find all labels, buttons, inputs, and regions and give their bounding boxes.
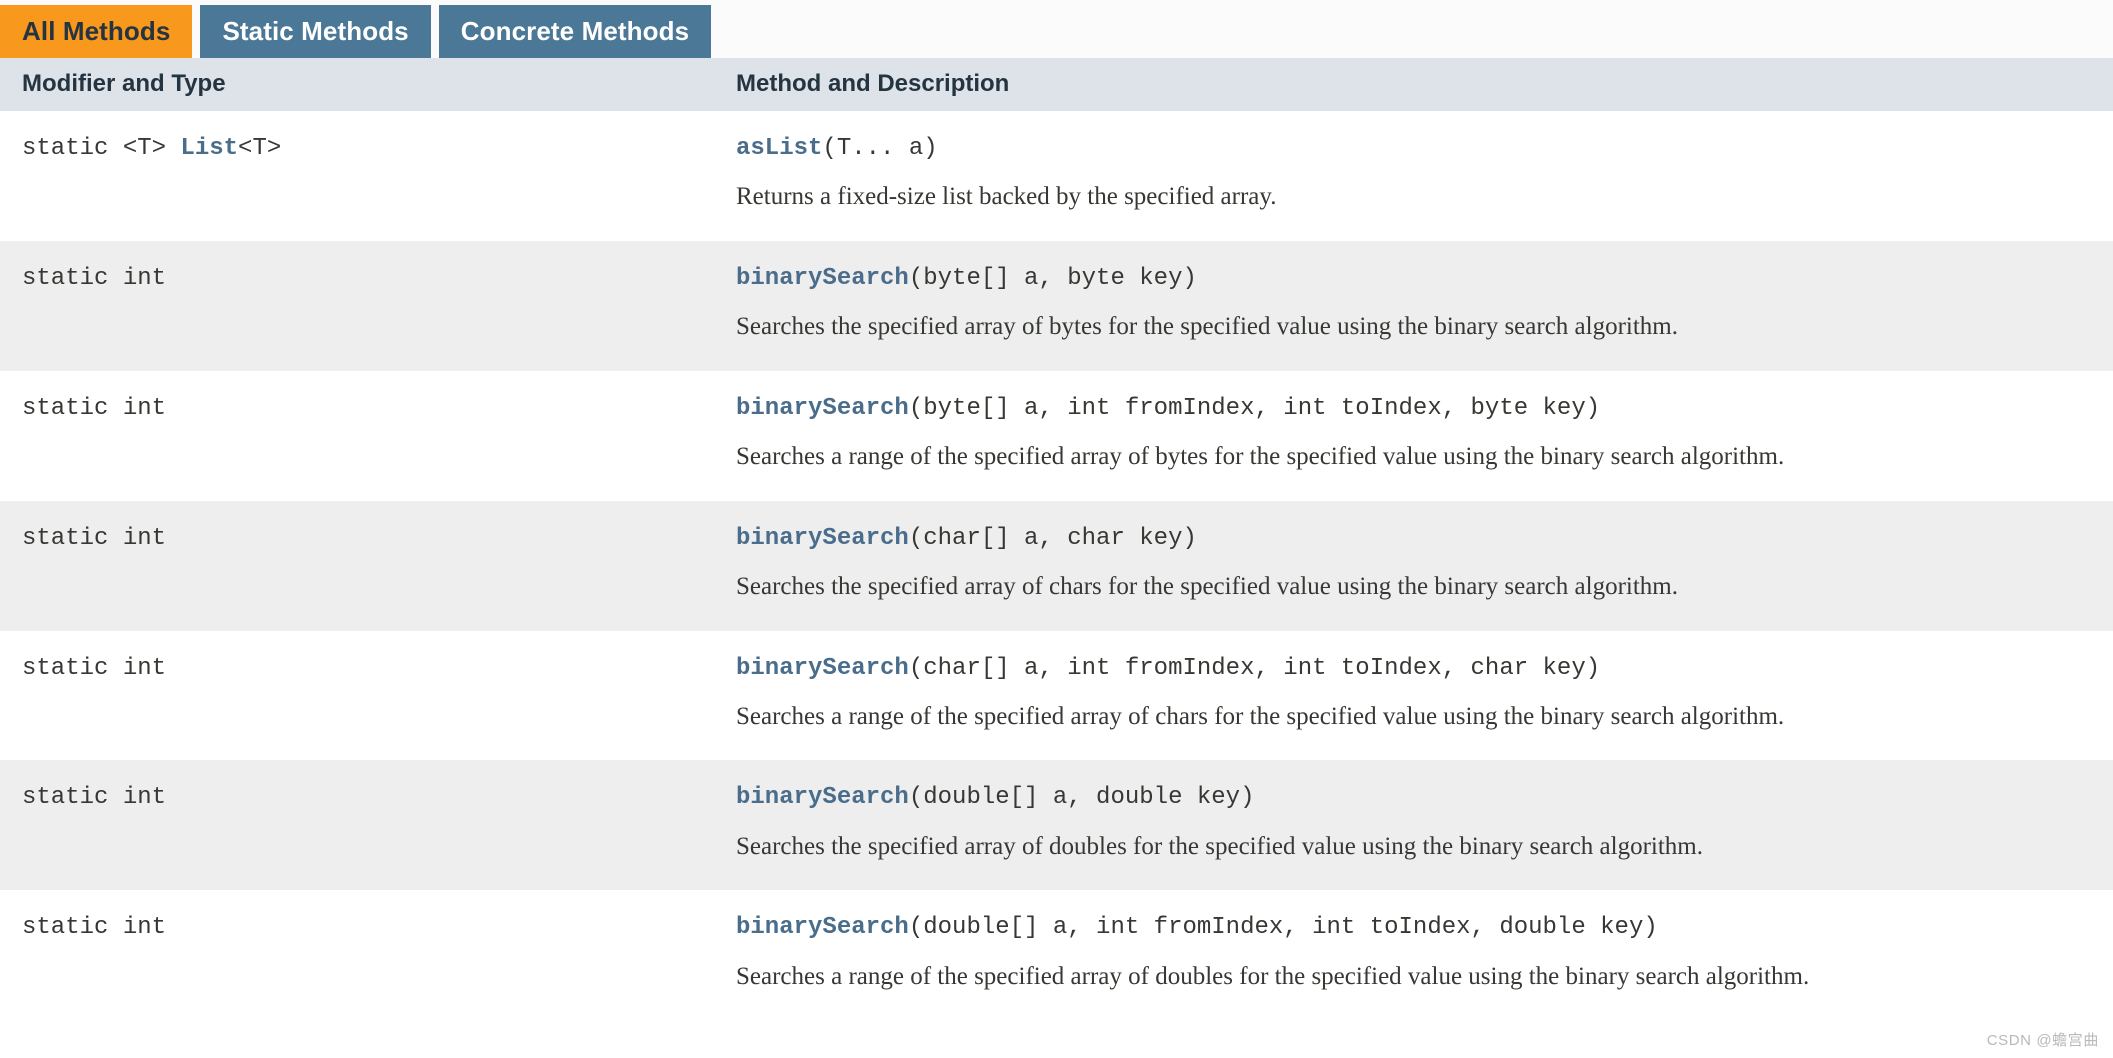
table-row: static int binarySearch(double[] a, doubl… (0, 760, 2113, 891)
modifier-text: static int (22, 264, 167, 292)
modifier-text: static int (22, 654, 167, 682)
method-parameters: (char[] a, int fromIndex, int toIndex, c… (908, 654, 1601, 682)
table-body: static <T> List<T> asList(T... a) Returns … (0, 111, 2113, 1021)
method-name-link[interactable]: binarySearch (736, 784, 909, 811)
method-parameters: (double[] a, int fromIndex, int toIndex,… (908, 914, 1658, 942)
cell-modifier-and-type: static int (0, 370, 712, 501)
method-parameters: (byte[] a, int fromIndex, int toIndex, b… (908, 394, 1601, 422)
method-description: Searches the specified array of doubles … (736, 832, 1704, 860)
method-signature: binarySearch(char[] a, char key) (736, 523, 2079, 555)
method-summary-table: Modifier and Type Method and Description… (0, 58, 2113, 1021)
tab-label: Concrete Methods (460, 16, 690, 46)
modifier-text: static int (22, 394, 167, 422)
cell-modifier-and-type: static int (0, 760, 712, 891)
cell-method-and-description: binarySearch(char[] a, char key) Searches… (712, 500, 2113, 631)
cell-method-and-description: binarySearch(byte[] a, int fromIndex, in… (712, 370, 2113, 501)
tab-all-methods[interactable]: All Methods (0, 5, 193, 58)
cell-method-and-description: binarySearch(double[] a, double key) Sear… (712, 760, 2113, 891)
method-filter-tabs: All Methods Static Methods Concrete Method… (0, 0, 2113, 58)
return-type-generic: <T> (238, 135, 282, 162)
table-row: static int binarySearch(byte[] a, byte ke… (0, 240, 2113, 371)
cell-method-and-description: binarySearch(byte[] a, byte key) Searches… (712, 240, 2113, 371)
cell-method-and-description: binarySearch(char[] a, int fromIndex, in… (712, 630, 2113, 761)
cell-method-and-description: asList(T... a) Returns a fixed-size list … (712, 111, 2113, 241)
modifier-text: static int (22, 524, 167, 552)
method-parameters: (byte[] a, byte key) (908, 264, 1197, 292)
tab-static-methods[interactable]: Static Methods (200, 5, 431, 58)
return-type-link[interactable]: List (180, 135, 238, 162)
method-signature: binarySearch(double[] a, double key) (736, 782, 2079, 814)
modifier-text: static int (22, 784, 167, 812)
table-row: static <T> List<T> asList(T... a) Returns … (0, 111, 2113, 241)
column-header-modifier-and-type: Modifier and Type (0, 58, 712, 111)
method-name-link[interactable]: binarySearch (736, 914, 909, 941)
method-name-link[interactable]: binarySearch (736, 395, 909, 422)
method-name-link[interactable]: binarySearch (736, 265, 909, 292)
method-description: Returns a fixed-size list backed by the … (736, 183, 1277, 211)
cell-modifier-and-type: static int (0, 890, 712, 1021)
table-header-row: Modifier and Type Method and Description (0, 58, 2113, 111)
method-description: Searches a range of the specified array … (736, 962, 1810, 990)
csdn-watermark: CSDN @蟾宫曲 (1986, 1032, 2099, 1049)
column-header-method-and-description: Method and Description (712, 58, 2113, 111)
method-signature: binarySearch(char[] a, int fromIndex, in… (736, 653, 2079, 685)
table-header: Modifier and Type Method and Description (0, 58, 2113, 111)
method-signature: binarySearch(byte[] a, byte key) (736, 263, 2079, 295)
method-description: Searches the specified array of chars fo… (736, 573, 1678, 601)
method-parameters: (T... a) (822, 135, 938, 162)
tab-concrete-methods[interactable]: Concrete Methods (438, 5, 712, 58)
method-description: Searches the specified array of bytes fo… (736, 313, 1679, 341)
table-row: static int binarySearch(double[] a, int f… (0, 890, 2113, 1021)
table-row: static int binarySearch(byte[] a, int fro… (0, 370, 2113, 501)
method-signature: binarySearch(double[] a, int fromIndex, … (736, 912, 2079, 944)
method-parameters: (double[] a, double key) (908, 784, 1255, 812)
cell-modifier-and-type: static int (0, 630, 712, 761)
method-name-link[interactable]: binarySearch (736, 655, 909, 682)
method-signature: asList(T... a) (736, 133, 2079, 165)
tab-label: All Methods (22, 16, 171, 46)
cell-modifier-and-type: static int (0, 500, 712, 631)
tab-label: Static Methods (222, 16, 409, 46)
table-row: static int binarySearch(char[] a, int fro… (0, 630, 2113, 761)
cell-modifier-and-type: static <T> List<T> (0, 111, 712, 241)
cell-method-and-description: binarySearch(double[] a, int fromIndex, … (712, 890, 2113, 1021)
cell-modifier-and-type: static int (0, 240, 712, 371)
method-name-link[interactable]: binarySearch (736, 525, 909, 552)
method-name-link[interactable]: asList (736, 135, 822, 162)
method-parameters: (char[] a, char key) (908, 524, 1197, 552)
modifier-text: static int (22, 914, 167, 942)
method-signature: binarySearch(byte[] a, int fromIndex, in… (736, 393, 2079, 425)
method-description: Searches a range of the specified array … (736, 443, 1785, 471)
modifier-text: static <T> (22, 135, 181, 162)
table-row: static int binarySearch(char[] a, char ke… (0, 500, 2113, 631)
method-description: Searches a range of the specified array … (736, 702, 1785, 730)
